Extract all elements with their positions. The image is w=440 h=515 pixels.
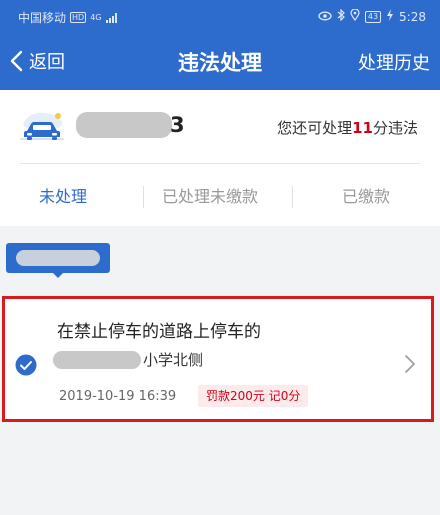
status-tabs: 未处理 已处理未缴款 已缴款 <box>0 168 440 224</box>
violation-location: 小学北侧 <box>53 349 203 370</box>
network-type: 4G <box>90 13 102 22</box>
status-bar: 中国移动 HD 4G 43 5:28 <box>0 0 440 34</box>
tab-processed-unpaid[interactable]: 已处理未缴款 <box>162 183 258 207</box>
app-header: 中国移动 HD 4G 43 5:28 返回 违法处理 处理历史 <box>0 0 440 90</box>
nav-bar: 返回 违法处理 处理历史 <box>0 34 440 90</box>
battery-icon: 43 <box>364 10 382 23</box>
status-left: 中国移动 HD 4G <box>18 9 117 26</box>
vehicle-card: 3 您还可处理11分违法 未处理 已处理未缴款 已缴款 <box>0 90 440 226</box>
location-tail: 小学北侧 <box>143 351 204 369</box>
eye-icon <box>318 10 332 24</box>
chevron-left-icon <box>10 50 23 72</box>
plate-redaction <box>76 112 172 138</box>
violation-title: 在禁止停车的道路上停车的 <box>57 322 261 342</box>
signal-icon <box>105 12 117 23</box>
fine-badge: 罚款200元 记0分 <box>198 385 309 407</box>
violation-time: 2019-10-19 16:39 <box>59 389 177 404</box>
history-button[interactable]: 处理历史 <box>358 49 430 75</box>
hd-badge: HD <box>70 12 87 23</box>
location-icon <box>350 8 360 24</box>
charging-icon <box>386 9 394 24</box>
check-icon[interactable] <box>15 354 37 376</box>
tab-separator <box>143 186 144 208</box>
back-label: 返回 <box>29 52 65 73</box>
group-redaction <box>16 250 100 266</box>
chevron-right-icon <box>405 355 415 373</box>
points-remaining: 您还可处理11分违法 <box>277 117 418 138</box>
plate-number: 3 <box>76 112 185 138</box>
violation-item[interactable]: 在禁止停车的道路上停车的 小学北侧 2019-10-19 16:39 罚款200… <box>2 296 434 422</box>
status-right: 43 5:28 <box>318 8 426 24</box>
plate-tail: 3 <box>170 113 185 137</box>
card-divider <box>20 163 420 164</box>
carrier-name: 中国移动 <box>18 11 67 25</box>
clock-time: 5:28 <box>399 9 426 24</box>
points-value: 11 <box>352 119 373 137</box>
points-suffix: 分违法 <box>372 119 418 137</box>
bluetooth-icon <box>337 8 345 24</box>
tab-separator <box>292 186 293 208</box>
group-badge-pointer <box>52 272 64 278</box>
car-icon <box>20 112 64 140</box>
back-button[interactable]: 返回 <box>8 48 65 74</box>
group-label <box>6 243 110 278</box>
points-prefix: 您还可处理 <box>277 119 353 137</box>
location-redaction <box>53 350 141 369</box>
tab-unprocessed[interactable]: 未处理 <box>39 183 87 207</box>
tab-paid[interactable]: 已缴款 <box>342 183 390 207</box>
